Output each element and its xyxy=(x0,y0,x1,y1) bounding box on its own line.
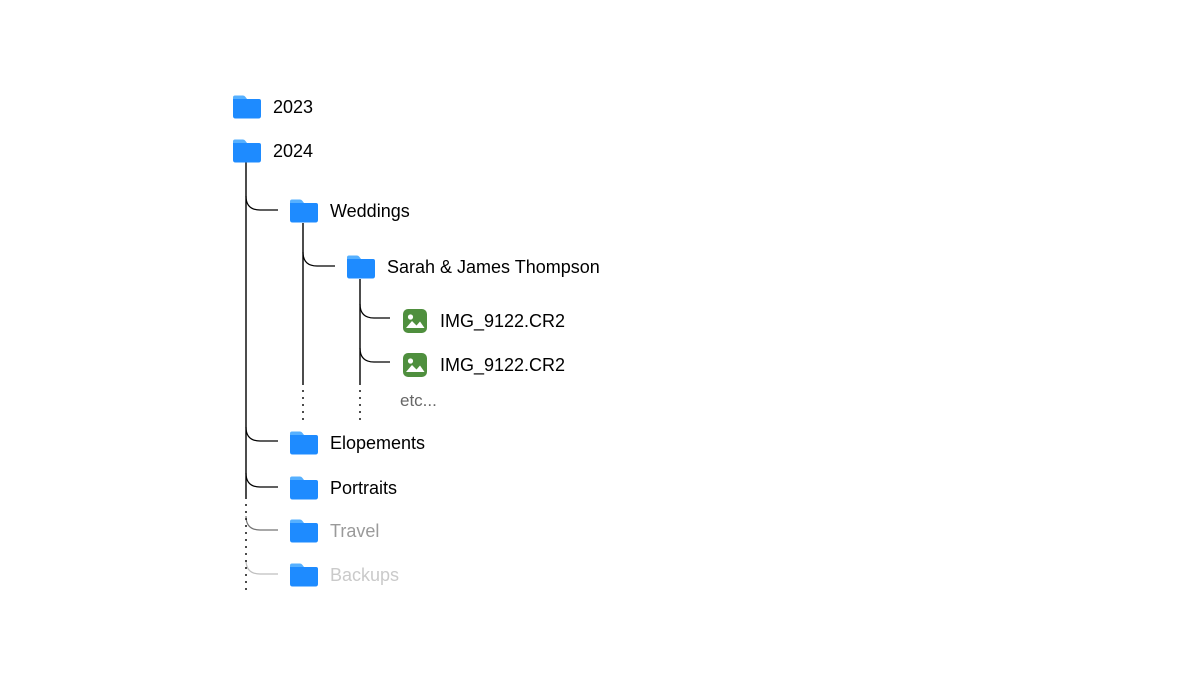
folder-icon xyxy=(345,254,375,280)
folder-2024[interactable]: 2024 xyxy=(231,135,313,167)
folder-icon xyxy=(288,518,318,544)
folder-icon xyxy=(288,430,318,456)
folder-icon xyxy=(231,94,261,120)
folder-label: Travel xyxy=(330,515,379,547)
folder-label: 2024 xyxy=(273,135,313,167)
folder-2023[interactable]: 2023 xyxy=(231,91,313,123)
folder-icon xyxy=(288,198,318,224)
folder-label: Backups xyxy=(330,559,399,591)
folder-label: Weddings xyxy=(330,195,410,227)
folder-icon xyxy=(288,475,318,501)
folder-label: Sarah & James Thompson xyxy=(387,251,600,283)
file-img-2[interactable]: IMG_9122.CR2 xyxy=(402,349,565,381)
file-img-1[interactable]: IMG_9122.CR2 xyxy=(402,305,565,337)
folder-couple[interactable]: Sarah & James Thompson xyxy=(345,251,600,283)
folder-portraits[interactable]: Portraits xyxy=(288,472,397,504)
image-file-icon xyxy=(402,308,428,334)
folder-label: Portraits xyxy=(330,472,397,504)
image-file-icon xyxy=(402,352,428,378)
folder-backups[interactable]: Backups xyxy=(288,559,399,591)
file-tree: 2023 2024 Weddings Sarah & James Thompso… xyxy=(0,0,1200,684)
folder-travel[interactable]: Travel xyxy=(288,515,379,547)
folder-label: 2023 xyxy=(273,91,313,123)
folder-label: Elopements xyxy=(330,427,425,459)
folder-icon xyxy=(288,562,318,588)
folder-icon xyxy=(231,138,261,164)
file-label: IMG_9122.CR2 xyxy=(440,349,565,381)
folder-elopements[interactable]: Elopements xyxy=(288,427,425,459)
etc-label: etc... xyxy=(400,391,437,411)
folder-weddings[interactable]: Weddings xyxy=(288,195,410,227)
file-label: IMG_9122.CR2 xyxy=(440,305,565,337)
